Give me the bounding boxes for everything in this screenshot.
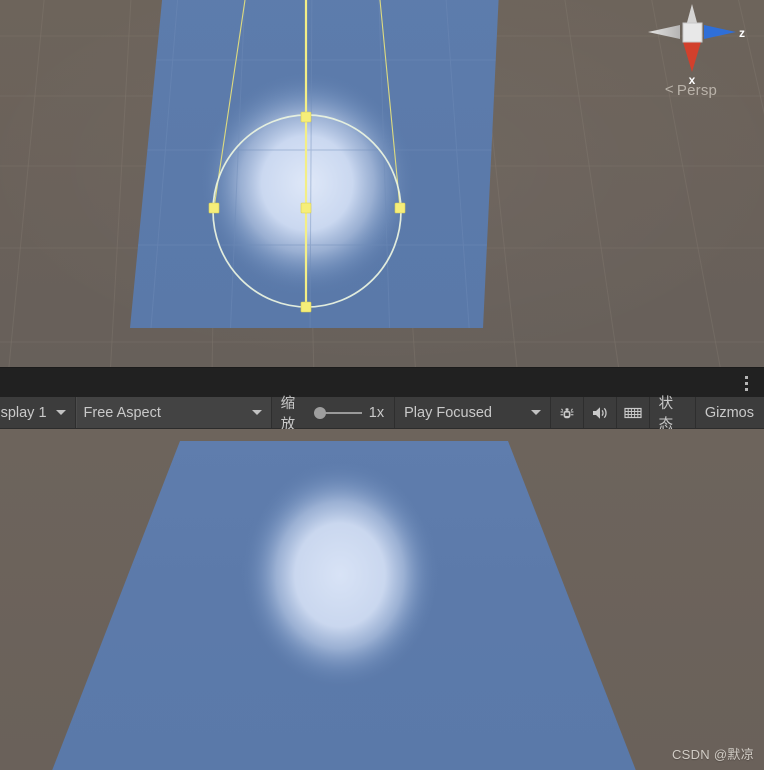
gizmo-cone-z [704, 25, 736, 39]
projection-prefix-icon: < [664, 81, 674, 98]
watermark: CSDN @默凉 [671, 747, 754, 762]
bug-icon [560, 407, 574, 418]
scale-slider-knob[interactable] [314, 406, 327, 419]
speaker-icon [592, 406, 607, 419]
projection-mode-text: Persp [676, 82, 718, 99]
scale-control-group: 缩放 1x [272, 396, 396, 433]
play-mode-dropdown[interactable]: Play Focused [395, 397, 551, 428]
mute-audio-button[interactable] [584, 397, 617, 428]
grid-icon [624, 407, 642, 418]
projection-mode-label[interactable]: < Persp [636, 82, 746, 99]
kebab-dot [744, 375, 748, 379]
kebab-dot [744, 387, 748, 391]
unity-editor-window: z x < Persp splay 1 Free Aspect 缩放 1x Pl… [0, 0, 764, 770]
debug-toggle-button[interactable] [551, 397, 584, 428]
scene-view[interactable]: z x < Persp [0, 0, 764, 367]
gizmos-button-label: Gizmos [704, 404, 754, 421]
gizmo-center-cube [682, 22, 703, 43]
stats-button-label: 状态 [658, 395, 674, 433]
aspect-ratio-dropdown[interactable]: Free Aspect [75, 397, 272, 428]
game-view-toolbar: splay 1 Free Aspect 缩放 1x Play Focused 状… [0, 396, 764, 433]
stats-grid-button[interactable] [617, 397, 650, 428]
aspect-ratio-label: Free Aspect [83, 404, 161, 421]
kebab-dot [744, 381, 748, 385]
scale-slider[interactable] [314, 406, 362, 420]
game-view-render[interactable]: CSDN @默凉 [0, 429, 764, 770]
chevron-down-icon [55, 410, 66, 415]
gizmo-cone-left [648, 25, 680, 39]
game-scene-graphics [52, 441, 636, 770]
chevron-down-icon [251, 410, 262, 415]
gizmo-label-z: z [739, 26, 745, 40]
game-view-tabbar [0, 367, 764, 397]
chevron-down-icon [530, 410, 541, 415]
game-view-panel: splay 1 Free Aspect 缩放 1x Play Focused 状… [0, 367, 764, 770]
stats-button[interactable]: 状态 [650, 396, 696, 433]
scale-label: 缩放 [280, 395, 296, 433]
play-mode-label: Play Focused [404, 404, 492, 421]
gizmos-button[interactable]: Gizmos [696, 397, 764, 428]
gizmo-cone-x [683, 42, 701, 72]
display-dropdown-label: splay 1 [0, 404, 47, 421]
scale-value-label: 1x [368, 404, 385, 421]
display-dropdown[interactable]: splay 1 [0, 397, 76, 428]
kebab-menu-icon[interactable] [737, 371, 755, 395]
